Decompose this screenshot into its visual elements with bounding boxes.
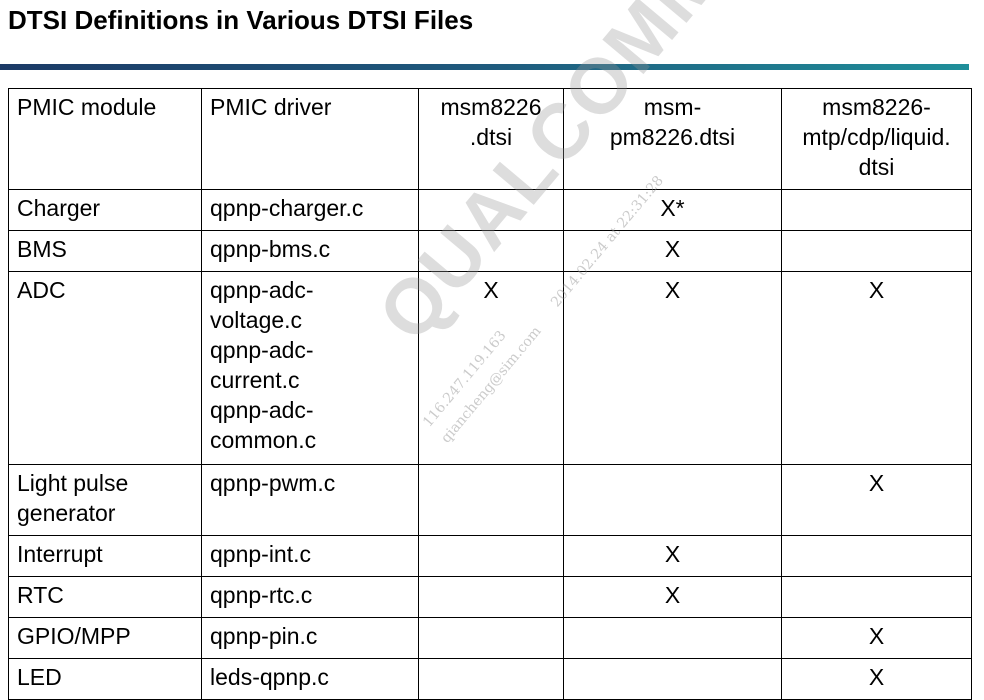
cell-text: Charger	[17, 195, 101, 221]
cell-msm8226-mtp-cdp-liquid-dtsi: X	[781, 617, 972, 659]
cell-pmic-driver: qpnp-pwm.c	[201, 464, 419, 536]
header-text: PMIC driver	[210, 94, 332, 120]
cell-text: qpnp-adc-	[210, 397, 314, 423]
cell-text: voltage.c	[210, 307, 303, 333]
page-title: DTSI Definitions in Various DTSI Files	[8, 5, 474, 35]
cell-msm8226-dtsi	[418, 189, 564, 231]
header-text: PMIC module	[17, 94, 157, 120]
cell-text: qpnp-charger.c	[210, 195, 364, 221]
header-text: mtp/cdp/liquid.	[802, 124, 951, 150]
cell-msm8226-mtp-cdp-liquid-dtsi: X	[781, 658, 972, 700]
cell-msm-pm8226-dtsi	[563, 464, 782, 536]
table-header-row: PMIC module PMIC driver msm8226 .dtsi ms…	[8, 88, 972, 190]
cell-pmic-module: Interrupt	[8, 535, 202, 577]
cell-pmic-module: ADC	[8, 271, 202, 465]
header-msm8226-mtp-cdp-liquid-dtsi: msm8226- mtp/cdp/liquid. dtsi	[781, 88, 972, 190]
cell-pmic-module: LED	[8, 658, 202, 700]
header-msm8226-dtsi: msm8226 .dtsi	[418, 88, 564, 190]
header-text: msm-	[643, 94, 702, 120]
table-row: RTC qpnp-rtc.c X	[8, 576, 972, 618]
cell-msm8226-dtsi	[418, 576, 564, 618]
cell-text: qpnp-int.c	[210, 541, 312, 567]
table-row: ADC qpnp-adc-voltage.c qpnp-adc-current.c q…	[8, 271, 972, 465]
cell-pmic-driver: qpnp-pin.c	[201, 617, 419, 659]
cell-text: qpnp-pwm.c	[210, 470, 336, 496]
cell-msm8226-mtp-cdp-liquid-dtsi	[781, 535, 972, 577]
cell-pmic-module: GPIO/MPP	[8, 617, 202, 659]
cell-msm8226-dtsi: X	[418, 271, 564, 465]
cell-pmic-driver: leds-qpnp.c	[201, 658, 419, 700]
cell-text: LED	[17, 664, 62, 690]
cell-msm-pm8226-dtsi: X	[563, 576, 782, 618]
cell-text: common.c	[210, 427, 317, 453]
cell-msm8226-mtp-cdp-liquid-dtsi: X	[781, 464, 972, 536]
cell-text: GPIO/MPP	[17, 623, 131, 649]
cell-text: qpnp-adc-	[210, 337, 314, 363]
cell-msm8226-mtp-cdp-liquid-dtsi	[781, 230, 972, 272]
table-row: Interrupt qpnp-int.c X	[8, 535, 972, 577]
cell-text: generator	[17, 500, 116, 526]
cell-text: Light pulse	[17, 470, 129, 496]
cell-pmic-module: Light pulse generator	[8, 464, 202, 536]
cell-text: qpnp-adc-	[210, 277, 314, 303]
cell-msm-pm8226-dtsi: X	[563, 535, 782, 577]
dtsi-table: PMIC module PMIC driver msm8226 .dtsi ms…	[8, 88, 972, 700]
cell-pmic-module: RTC	[8, 576, 202, 618]
cell-text: Interrupt	[17, 541, 103, 567]
header-text: .dtsi	[469, 124, 513, 150]
header-msm-pm8226-dtsi: msm- pm8226.dtsi	[563, 88, 782, 190]
table-row: LED leds-qpnp.c X	[8, 658, 972, 700]
cell-text: current.c	[210, 367, 300, 393]
cell-pmic-driver: qpnp-bms.c	[201, 230, 419, 272]
header-text: msm8226	[440, 94, 542, 120]
cell-msm8226-mtp-cdp-liquid-dtsi	[781, 189, 972, 231]
header-pmic-module: PMIC module	[8, 88, 202, 190]
cell-text: qpnp-rtc.c	[210, 582, 313, 608]
cell-text: qpnp-bms.c	[210, 236, 331, 262]
cell-msm8226-dtsi	[418, 617, 564, 659]
cell-text: ADC	[17, 277, 66, 303]
cell-msm8226-dtsi	[418, 230, 564, 272]
table-row: Light pulse generator qpnp-pwm.c X	[8, 464, 972, 536]
cell-msm-pm8226-dtsi	[563, 658, 782, 700]
cell-msm8226-dtsi	[418, 535, 564, 577]
cell-pmic-driver: qpnp-int.c	[201, 535, 419, 577]
cell-msm8226-mtp-cdp-liquid-dtsi: X	[781, 271, 972, 465]
cell-msm-pm8226-dtsi	[563, 617, 782, 659]
cell-text: qpnp-pin.c	[210, 623, 318, 649]
cell-msm8226-dtsi	[418, 464, 564, 536]
table-row: GPIO/MPP qpnp-pin.c X	[8, 617, 972, 659]
table-row: BMS qpnp-bms.c X	[8, 230, 972, 272]
header-text: dtsi	[858, 154, 895, 180]
cell-pmic-module: BMS	[8, 230, 202, 272]
cell-msm-pm8226-dtsi: X	[563, 271, 782, 465]
cell-text: RTC	[17, 582, 64, 608]
cell-pmic-module: Charger	[8, 189, 202, 231]
cell-pmic-driver: qpnp-rtc.c	[201, 576, 419, 618]
cell-pmic-driver: qpnp-charger.c	[201, 189, 419, 231]
header-text: pm8226.dtsi	[609, 124, 736, 150]
cell-msm-pm8226-dtsi: X*	[563, 189, 782, 231]
cell-msm8226-mtp-cdp-liquid-dtsi	[781, 576, 972, 618]
cell-pmic-driver: qpnp-adc-voltage.c qpnp-adc-current.c qpnp…	[201, 271, 419, 465]
title-divider	[0, 64, 969, 70]
cell-text: BMS	[17, 236, 67, 262]
header-text: msm8226-	[822, 94, 931, 120]
cell-msm-pm8226-dtsi: X	[563, 230, 782, 272]
cell-text: leds-qpnp.c	[210, 664, 329, 690]
table-row: Charger qpnp-charger.c X*	[8, 189, 972, 231]
header-pmic-driver: PMIC driver	[201, 88, 419, 190]
cell-msm8226-dtsi	[418, 658, 564, 700]
